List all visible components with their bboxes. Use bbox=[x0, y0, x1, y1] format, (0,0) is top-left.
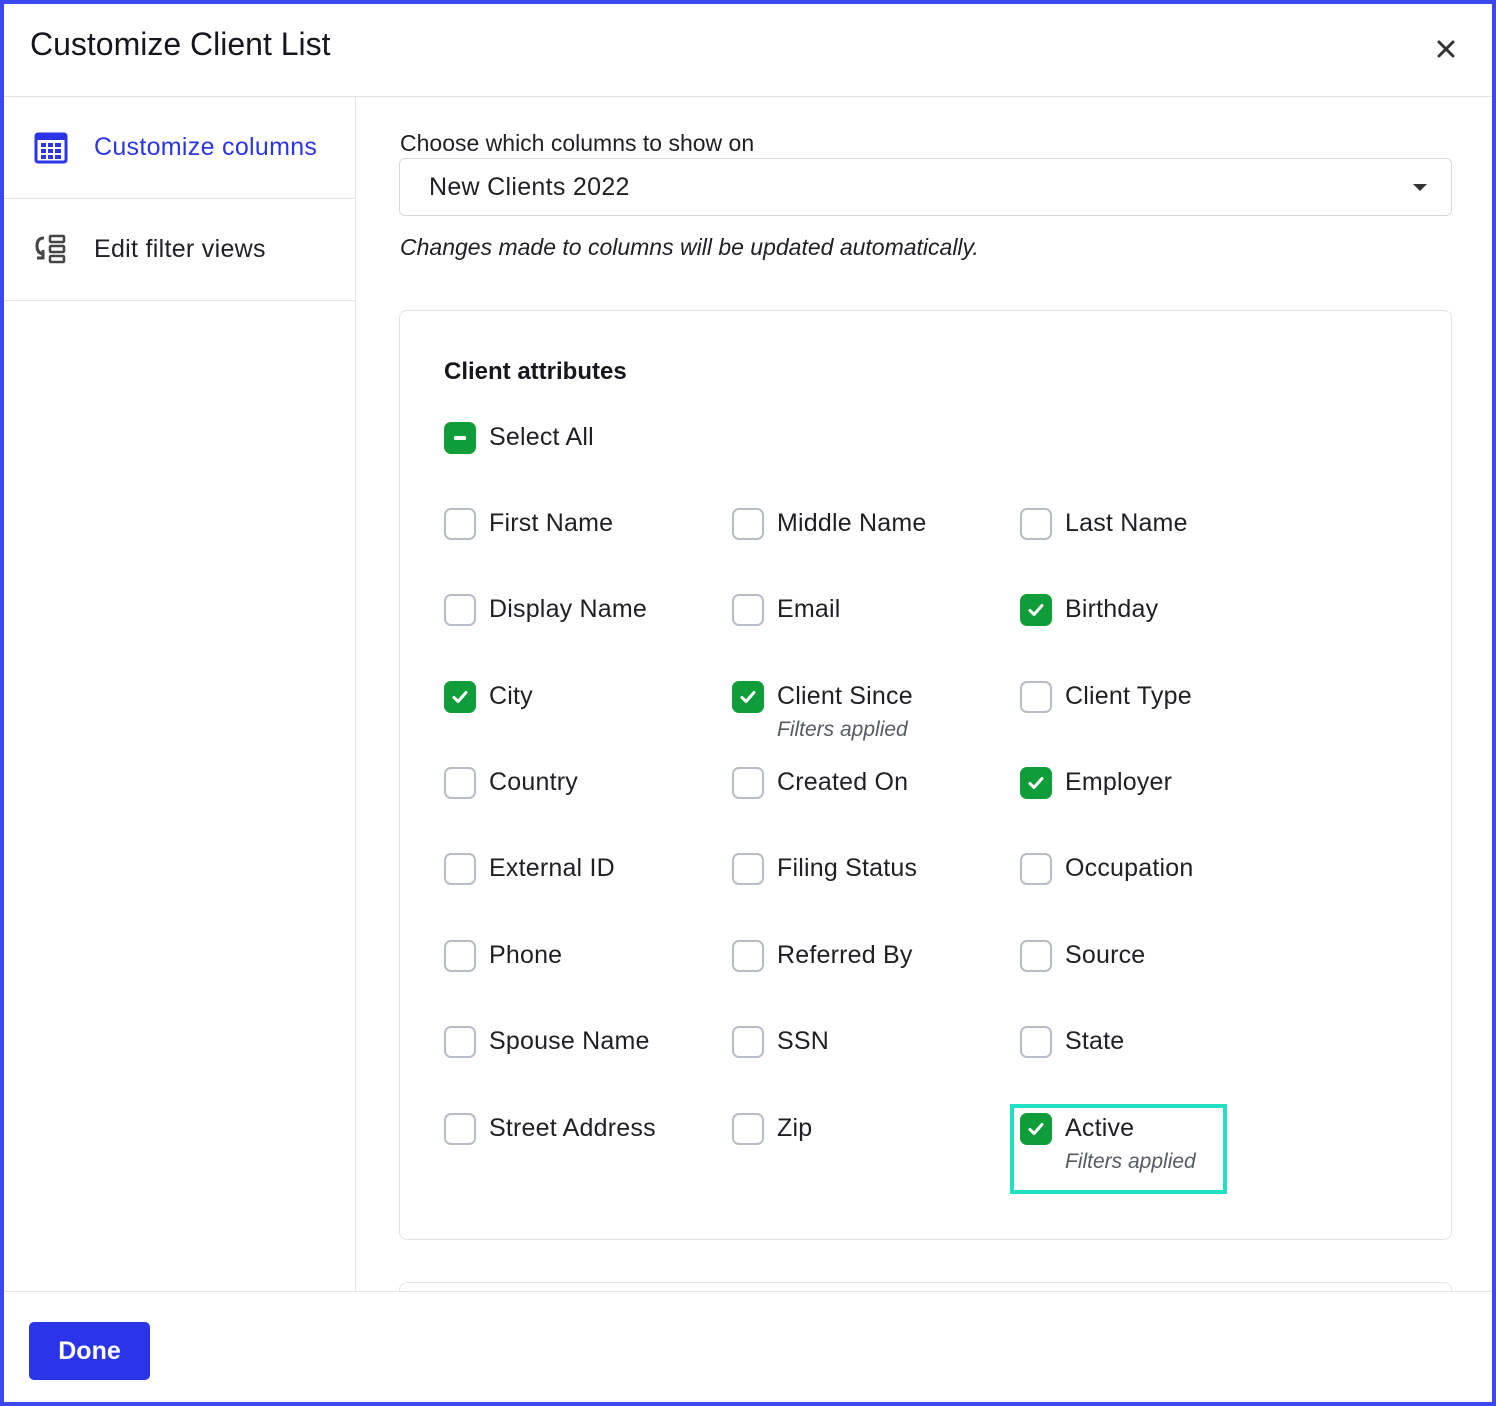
client-attributes-card: Client attributes Select All First Name M… bbox=[399, 310, 1452, 1240]
minus-icon bbox=[454, 436, 466, 440]
checkbox-box bbox=[444, 1113, 476, 1145]
main-panel: Choose which columns to show on New Clie… bbox=[357, 97, 1492, 1291]
sidebar-item-label: Edit filter views bbox=[94, 235, 266, 263]
checkbox-box bbox=[732, 853, 764, 885]
checkbox-box bbox=[444, 508, 476, 540]
checkbox-box bbox=[1020, 594, 1052, 626]
sidebar-item-edit-filter-views[interactable]: Edit filter views bbox=[4, 199, 355, 301]
checkbox-label: External ID bbox=[489, 854, 615, 882]
checkbox-box bbox=[1020, 853, 1052, 885]
close-icon bbox=[1437, 40, 1455, 58]
sidebar-item-customize-columns[interactable]: Customize columns bbox=[4, 97, 355, 199]
checkbox-label: SSN bbox=[777, 1027, 830, 1055]
check-icon bbox=[452, 691, 468, 703]
checkbox-box bbox=[444, 1026, 476, 1058]
checkbox-box bbox=[1020, 681, 1052, 713]
table-grid-icon bbox=[34, 132, 68, 164]
section-title: Client attributes bbox=[444, 358, 627, 385]
checkbox-box bbox=[1020, 508, 1052, 540]
checkbox-label: Phone bbox=[489, 941, 563, 969]
check-icon bbox=[1028, 777, 1044, 789]
select-label: Choose which columns to show on bbox=[400, 130, 755, 156]
checkbox-label: City bbox=[489, 682, 533, 710]
filter-list-icon bbox=[35, 234, 66, 264]
checkbox-box bbox=[732, 508, 764, 540]
checkbox-label: Email bbox=[777, 595, 841, 623]
checkbox-box bbox=[1020, 767, 1052, 799]
checkbox-label: Middle Name bbox=[777, 509, 927, 537]
checkbox-box bbox=[732, 940, 764, 972]
filters-applied-note: Filters applied bbox=[1065, 1150, 1196, 1173]
checkbox-box bbox=[1020, 1113, 1052, 1145]
view-select[interactable]: New Clients 2022 bbox=[399, 158, 1452, 216]
auto-update-note: Changes made to columns will be updated … bbox=[400, 234, 979, 260]
checkbox-label: Referred By bbox=[777, 941, 913, 969]
checkbox-box bbox=[444, 767, 476, 799]
checkbox-label: Occupation bbox=[1065, 854, 1194, 882]
modal-title: Customize Client List bbox=[30, 26, 331, 62]
caret-down-icon bbox=[1413, 184, 1427, 191]
checkbox-box bbox=[444, 681, 476, 713]
checkbox-label: Client Type bbox=[1065, 682, 1192, 710]
next-section-card bbox=[399, 1282, 1452, 1291]
checkbox-label: Filing Status bbox=[777, 854, 918, 882]
checkbox-box bbox=[444, 853, 476, 885]
check-icon bbox=[1028, 604, 1044, 616]
checkbox-label: Spouse Name bbox=[489, 1027, 650, 1055]
checkbox-box bbox=[732, 594, 764, 626]
checkbox-box bbox=[732, 681, 764, 713]
modal-footer: Done bbox=[4, 1291, 1492, 1402]
checkbox-label: Active bbox=[1065, 1114, 1135, 1142]
checkbox-box bbox=[1020, 940, 1052, 972]
checkbox-label: Source bbox=[1065, 941, 1146, 969]
checkbox-label: Created On bbox=[777, 768, 909, 796]
checkbox-box bbox=[444, 594, 476, 626]
checkbox-label: Birthday bbox=[1065, 595, 1159, 623]
customize-client-list-modal: Customize Client List Customize columns bbox=[0, 0, 1496, 1406]
checkbox-label: Last Name bbox=[1065, 509, 1188, 537]
checkbox-box bbox=[732, 1026, 764, 1058]
checkbox-box bbox=[732, 767, 764, 799]
done-button[interactable]: Done bbox=[29, 1322, 150, 1380]
checkbox-box bbox=[444, 940, 476, 972]
checkbox-label: State bbox=[1065, 1027, 1125, 1055]
close-button[interactable] bbox=[1428, 31, 1464, 67]
filters-applied-note: Filters applied bbox=[777, 718, 908, 741]
sidebar: Customize columns Edit filter views bbox=[4, 97, 356, 1291]
checkbox-box bbox=[1020, 1026, 1052, 1058]
modal-header: Customize Client List bbox=[4, 4, 1492, 97]
check-icon bbox=[740, 691, 756, 703]
checkbox-label: Street Address bbox=[489, 1114, 656, 1142]
checkbox-label: Display Name bbox=[489, 595, 648, 623]
sidebar-item-label: Customize columns bbox=[94, 133, 318, 161]
checkbox-label: First Name bbox=[489, 509, 614, 537]
checkbox-label: Employer bbox=[1065, 768, 1173, 796]
checkbox-box bbox=[732, 1113, 764, 1145]
check-icon bbox=[1028, 1123, 1044, 1135]
select-value: New Clients 2022 bbox=[429, 173, 630, 201]
checkbox-label: Select All bbox=[489, 423, 594, 451]
checkbox-label: Country bbox=[489, 768, 578, 796]
checkbox-label: Client Since bbox=[777, 682, 913, 710]
checkbox-label: Zip bbox=[777, 1114, 813, 1142]
checkbox-partial bbox=[444, 422, 476, 454]
